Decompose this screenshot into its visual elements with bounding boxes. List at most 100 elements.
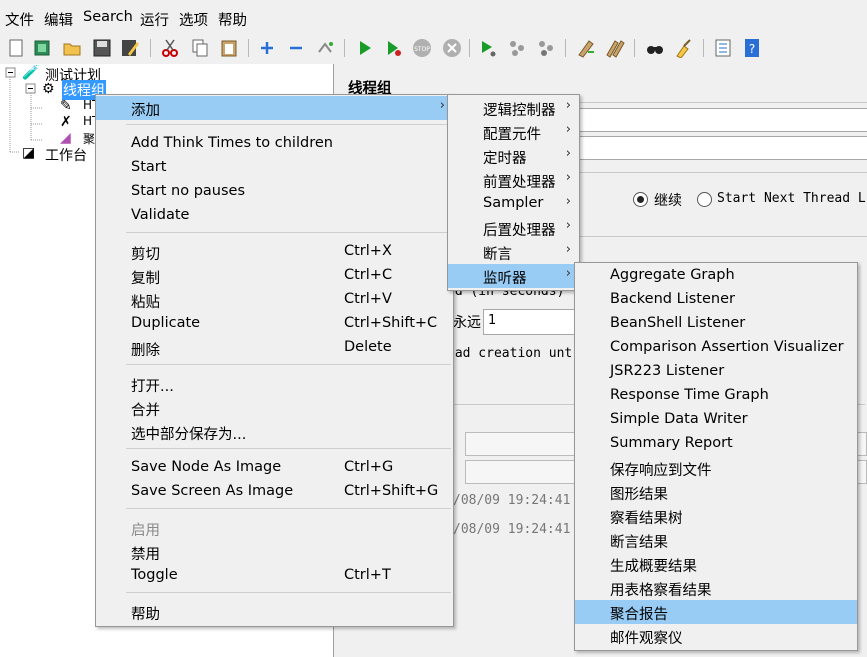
save-icon[interactable] [92, 38, 112, 58]
listener-submenu: Aggregate Graph Backend Listener BeanShe… [574, 262, 858, 651]
listener-item-graph-results[interactable]: 图形结果 [575, 480, 857, 504]
toolbar-separator [344, 39, 345, 57]
menu-item-disable[interactable]: 禁用 [96, 540, 453, 564]
listener-item-generate-summary[interactable]: 生成概要结果 [575, 552, 857, 576]
submenu-item-post-processor[interactable]: 后置处理器 › [448, 216, 579, 240]
menu-item-save-node-image[interactable]: Save Node As Image Ctrl+G [96, 456, 453, 480]
chevron-right-icon: › [565, 266, 571, 281]
search-icon[interactable] [645, 38, 665, 58]
listener-item-aggregate-report[interactable]: 聚合报告 [575, 600, 857, 624]
remote-start-icon[interactable] [478, 38, 498, 58]
clear-all-icon[interactable] [605, 38, 625, 58]
function-helper-icon[interactable] [713, 38, 733, 58]
menu-item-start[interactable]: Start [96, 156, 453, 180]
delay-creation-label: ead creation unt [447, 346, 573, 361]
listener-item-view-results-tree[interactable]: 察看结果树 [575, 504, 857, 528]
paste-icon[interactable] [219, 38, 239, 58]
toolbar: STOP ? [0, 36, 867, 62]
open-icon[interactable] [62, 38, 82, 58]
cut-icon[interactable] [160, 38, 180, 58]
toolbar-separator [248, 39, 249, 57]
menu-item-start-no-pauses[interactable]: Start no pauses [96, 180, 453, 204]
add-submenu: 逻辑控制器 › 配置元件 › 定时器 › 前置处理器 › Sampler › 后置处理器 ›… [447, 94, 580, 291]
menu-item-paste[interactable]: 粘贴 Ctrl+V [96, 288, 453, 312]
toggle-icon[interactable] [315, 38, 335, 58]
svg-text:STOP: STOP [414, 46, 430, 53]
collapse-icon[interactable] [286, 38, 306, 58]
menu-item-validate[interactable]: Validate [96, 204, 453, 228]
listener-item-mailer-visualizer[interactable]: 邮件观察仪 [575, 624, 857, 648]
reset-search-icon[interactable] [674, 38, 694, 58]
thread-group-gear-icon: ⚙ [42, 81, 55, 97]
menu-item-delete[interactable]: 删除 Delete [96, 336, 453, 360]
expand-icon[interactable] [257, 38, 277, 58]
menu-item-open[interactable]: 打开... [96, 372, 453, 396]
menu-item-save-selection[interactable]: 选中部分保存为... [96, 420, 453, 444]
start-next-thread-label: Start Next Thread L [717, 191, 866, 206]
submenu-item-sampler[interactable]: Sampler › [448, 192, 579, 216]
start-no-pauses-icon[interactable] [383, 38, 403, 58]
loop-forever-label: 永远 [453, 315, 481, 331]
submenu-item-logic-controller[interactable]: 逻辑控制器 › [448, 96, 579, 120]
start-next-thread-radio[interactable] [697, 192, 712, 207]
toolbar-separator [469, 39, 470, 57]
listener-icon: ◢ [60, 130, 71, 146]
menu-item-add-think-times[interactable]: Add Think Times to children [96, 132, 453, 156]
listener-item-jsr223-listener[interactable]: JSR223 Listener [575, 360, 857, 384]
test-plan-icon: 🧪 [22, 65, 40, 81]
menu-item-merge[interactable]: 合并 [96, 396, 453, 420]
menu-separator [126, 592, 451, 593]
menu-item-duplicate[interactable]: Duplicate Ctrl+Shift+C [96, 312, 453, 336]
menu-run[interactable]: 运行 [140, 9, 169, 30]
menu-item-copy[interactable]: 复制 Ctrl+C [96, 264, 453, 288]
submenu-item-config-element[interactable]: 配置元件 › [448, 120, 579, 144]
loop-count-value: 1 [488, 313, 497, 328]
help-icon[interactable]: ? [742, 38, 762, 58]
remote-shutdown-icon[interactable] [536, 38, 556, 58]
menu-separator [126, 232, 451, 233]
svg-text:?: ? [749, 42, 755, 56]
listener-item-beanshell-listener[interactable]: BeanShell Listener [575, 312, 857, 336]
new-icon[interactable] [6, 38, 26, 58]
submenu-item-listener[interactable]: 监听器 › [448, 264, 579, 288]
start-time-value: /08/09 19:24:41 [453, 493, 571, 508]
shutdown-icon[interactable] [442, 38, 462, 58]
listener-item-backend-listener[interactable]: Backend Listener [575, 288, 857, 312]
chevron-right-icon: › [565, 146, 571, 161]
menu-item-save-screen-image[interactable]: Save Screen As Image Ctrl+Shift+G [96, 480, 453, 504]
listener-item-aggregate-graph[interactable]: Aggregate Graph [575, 264, 857, 288]
listener-item-comparison-assertion-visualizer[interactable]: Comparison Assertion Visualizer [575, 336, 857, 360]
start-icon[interactable] [355, 38, 375, 58]
remote-stop-icon[interactable] [507, 38, 527, 58]
workbench-icon: ◪ [22, 145, 36, 161]
sampler-icon: ✎ [60, 98, 72, 114]
menu-item-help[interactable]: 帮助 [96, 600, 453, 624]
menu-item-cut[interactable]: 剪切 Ctrl+X [96, 240, 453, 264]
copy-icon[interactable] [190, 38, 210, 58]
listener-item-save-responses[interactable]: 保存响应到文件 [575, 456, 857, 480]
menu-edit[interactable]: 编辑 [44, 9, 73, 30]
continue-radio[interactable] [633, 192, 648, 207]
toolbar-separator [703, 39, 704, 57]
tree-node-workbench[interactable]: 工作台 [45, 145, 87, 165]
stop-icon[interactable]: STOP [412, 38, 432, 58]
save-as-icon[interactable] [120, 38, 140, 58]
menu-search[interactable]: Search [83, 9, 133, 25]
menu-options[interactable]: 选项 [179, 9, 208, 30]
clear-icon[interactable] [576, 38, 596, 58]
menu-item-add[interactable]: 添加 › [96, 96, 453, 120]
menu-item-toggle[interactable]: Toggle Ctrl+T [96, 564, 453, 588]
submenu-item-assertion[interactable]: 断言 › [448, 240, 579, 264]
listener-item-simple-data-writer[interactable]: Simple Data Writer [575, 408, 857, 432]
listener-item-response-time-graph[interactable]: Response Time Graph [575, 384, 857, 408]
menu-help[interactable]: 帮助 [218, 9, 247, 30]
menu-separator [126, 364, 451, 365]
loop-count-input[interactable]: 1 [483, 309, 585, 335]
submenu-item-pre-processor[interactable]: 前置处理器 › [448, 168, 579, 192]
listener-item-view-results-table[interactable]: 用表格察看结果 [575, 576, 857, 600]
submenu-item-timer[interactable]: 定时器 › [448, 144, 579, 168]
listener-item-summary-report[interactable]: Summary Report [575, 432, 857, 456]
listener-item-assertion-results[interactable]: 断言结果 [575, 528, 857, 552]
templates-icon[interactable] [32, 38, 52, 58]
menu-file[interactable]: 文件 [5, 9, 34, 30]
